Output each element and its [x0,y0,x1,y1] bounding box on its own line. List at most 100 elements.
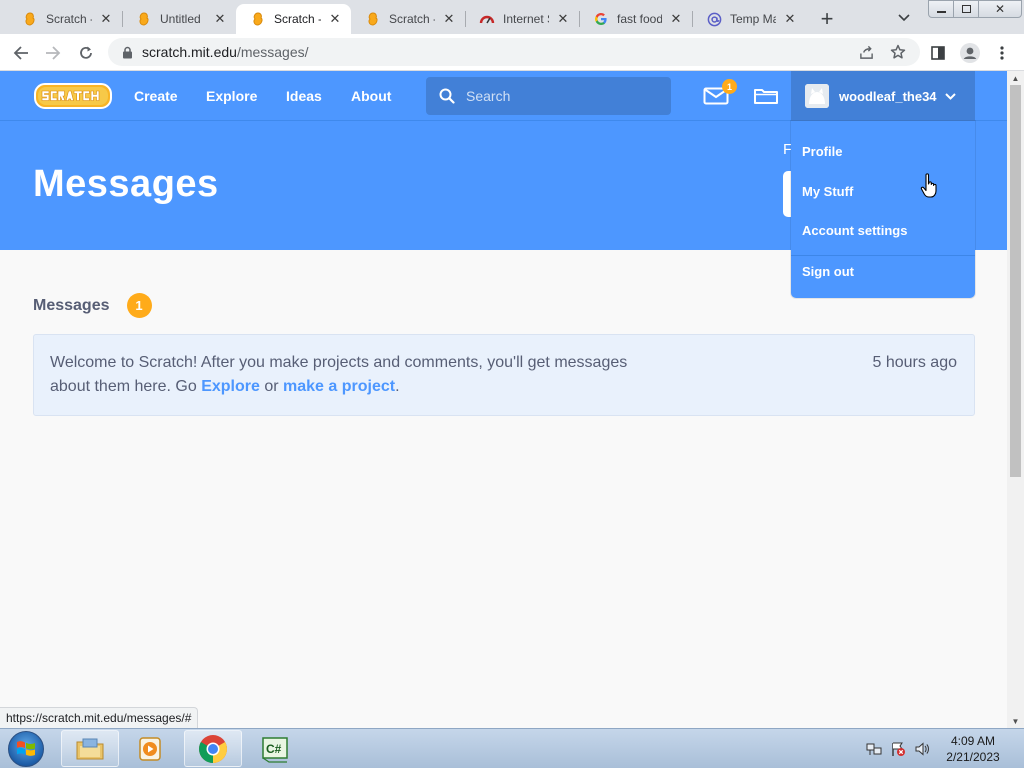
close-tab-icon[interactable]: ✕ [555,11,571,27]
url-text: scratch.mit.edu/messages/ [142,44,309,60]
url-path: /messages/ [236,44,309,60]
tab-title: Untitled [160,12,201,26]
media-player-icon [139,736,161,761]
restore-icon [961,5,971,13]
menu-item-sign-out[interactable]: Sign out [802,264,854,279]
browser-tab[interactable]: Untitled ✕ [122,4,236,34]
messages-count-badge: 1 [126,293,152,318]
share-icon [859,45,873,59]
nav-link-explore[interactable]: Explore [206,71,257,121]
reload-icon [80,46,92,59]
scrollbar-thumb[interactable] [1010,85,1021,477]
restore-window-button[interactable] [953,0,979,18]
menu-item-my-stuff[interactable]: My Stuff [802,184,853,199]
new-tab-button[interactable]: + [814,6,840,32]
more-vertical-icon [1000,46,1004,60]
clock-date: 2/21/2023 [946,750,1000,764]
welcome-message-text: Welcome to Scratch! After you make proje… [50,351,650,399]
arrow-right-icon [46,46,61,60]
tab-title: fast food [617,12,662,26]
scratch-cat-icon [250,11,266,27]
close-window-button[interactable]: ✕ [978,0,1022,18]
scroll-down-arrow[interactable]: ▼ [1007,714,1024,728]
star-icon [890,44,906,59]
nav-link-create[interactable]: Create [134,71,178,121]
reload-button[interactable] [72,39,100,67]
minimize-icon [936,10,946,13]
svg-text:C#: C# [266,742,282,756]
windows-taskbar: C# 4:09 AM 2/21/2023 [0,728,1024,768]
taskbar-media-player-button[interactable] [121,730,179,767]
scratch-cat-icon [136,11,152,27]
windows-logo-icon [17,741,35,756]
browser-tab[interactable]: fast food ✕ [579,4,692,34]
make-project-link[interactable]: make a project [283,378,395,395]
account-dropdown-menu: Profile My Stuff Account settings Sign o… [791,121,975,298]
chrome-icon [199,734,227,763]
message-timestamp: 5 hours ago [872,354,957,371]
clock-time: 4:09 AM [950,734,996,748]
page-scrollbar[interactable]: ▲ ▼ [1007,71,1024,728]
url-host: scratch.mit.edu [142,44,237,60]
browser-menu-button[interactable] [988,39,1016,67]
scratch-cat-icon [365,11,381,27]
chevron-down-icon [943,89,957,103]
tab-title: Internet S [503,12,549,26]
message-count-badge: 1 [722,79,737,94]
side-panel-button[interactable] [924,39,952,67]
volume-icon[interactable] [912,729,932,768]
browser-tab[interactable]: Scratch - ✕ [351,4,465,34]
link-status-bubble: https://scratch.mit.edu/messages/# [0,707,199,728]
close-tab-icon[interactable]: ✕ [668,11,684,27]
network-icon[interactable] [864,729,884,768]
close-tab-icon[interactable]: ✕ [327,11,343,27]
browser-tab[interactable]: Scratch - ✕ [8,4,122,34]
account-menu-button[interactable]: woodleaf_the34 [791,71,975,121]
page-title: Messages [33,163,219,205]
nav-link-about[interactable]: About [351,71,391,121]
scratch-navbar: Create Explore Ideas About 1 woodleaf_th… [0,71,1007,121]
messages-label: Messages [33,296,110,314]
profile-button[interactable] [956,39,984,67]
back-button[interactable] [7,39,35,67]
search-input[interactable] [466,88,656,104]
my-stuff-button[interactable] [752,84,780,108]
menu-divider [791,255,975,256]
page-viewport: Create Explore Ideas About 1 woodleaf_th… [0,71,1007,728]
scroll-up-arrow[interactable]: ▲ [1007,71,1024,85]
bookmark-button[interactable] [884,38,912,66]
arrow-left-icon [13,46,28,60]
menu-item-profile[interactable]: Profile [802,144,842,159]
tab-title: Scratch - [389,12,435,26]
taskbar-chrome-button[interactable] [184,730,242,767]
tab-title: Scratch - [274,12,321,26]
tab-search-button[interactable] [894,8,914,28]
explore-link[interactable]: Explore [201,378,260,395]
start-button[interactable] [8,731,44,767]
chevron-down-icon [898,14,910,22]
taskbar-clock[interactable]: 4:09 AM 2/21/2023 [940,733,1006,765]
scratch-logo[interactable] [34,81,112,111]
browser-tab[interactable]: Internet S ✕ [465,4,579,34]
nav-link-ideas[interactable]: Ideas [286,71,322,121]
browser-tab-active[interactable]: Scratch - ✕ [236,4,351,34]
username: woodleaf_the34 [839,88,937,104]
browser-tab[interactable]: Temp Ma ✕ [692,4,806,34]
close-tab-icon[interactable]: ✕ [441,11,457,27]
forward-button[interactable] [39,39,67,67]
google-icon [593,11,609,27]
search-icon [438,87,456,105]
share-button[interactable] [852,38,880,66]
address-bar[interactable]: scratch.mit.edu/messages/ [108,38,920,66]
close-tab-icon[interactable]: ✕ [782,11,798,27]
browser-toolbar: scratch.mit.edu/messages/ [0,34,1024,71]
minimize-window-button[interactable] [928,0,954,18]
menu-item-account-settings[interactable]: Account settings [802,223,907,238]
taskbar-explorer-button[interactable] [61,730,119,767]
close-tab-icon[interactable]: ✕ [212,11,228,27]
lock-icon [120,45,134,59]
action-center-warning-icon[interactable] [888,729,908,768]
taskbar-csharp-button[interactable]: C# [246,730,304,767]
close-icon: ✕ [994,2,1006,16]
close-tab-icon[interactable]: ✕ [98,11,114,27]
